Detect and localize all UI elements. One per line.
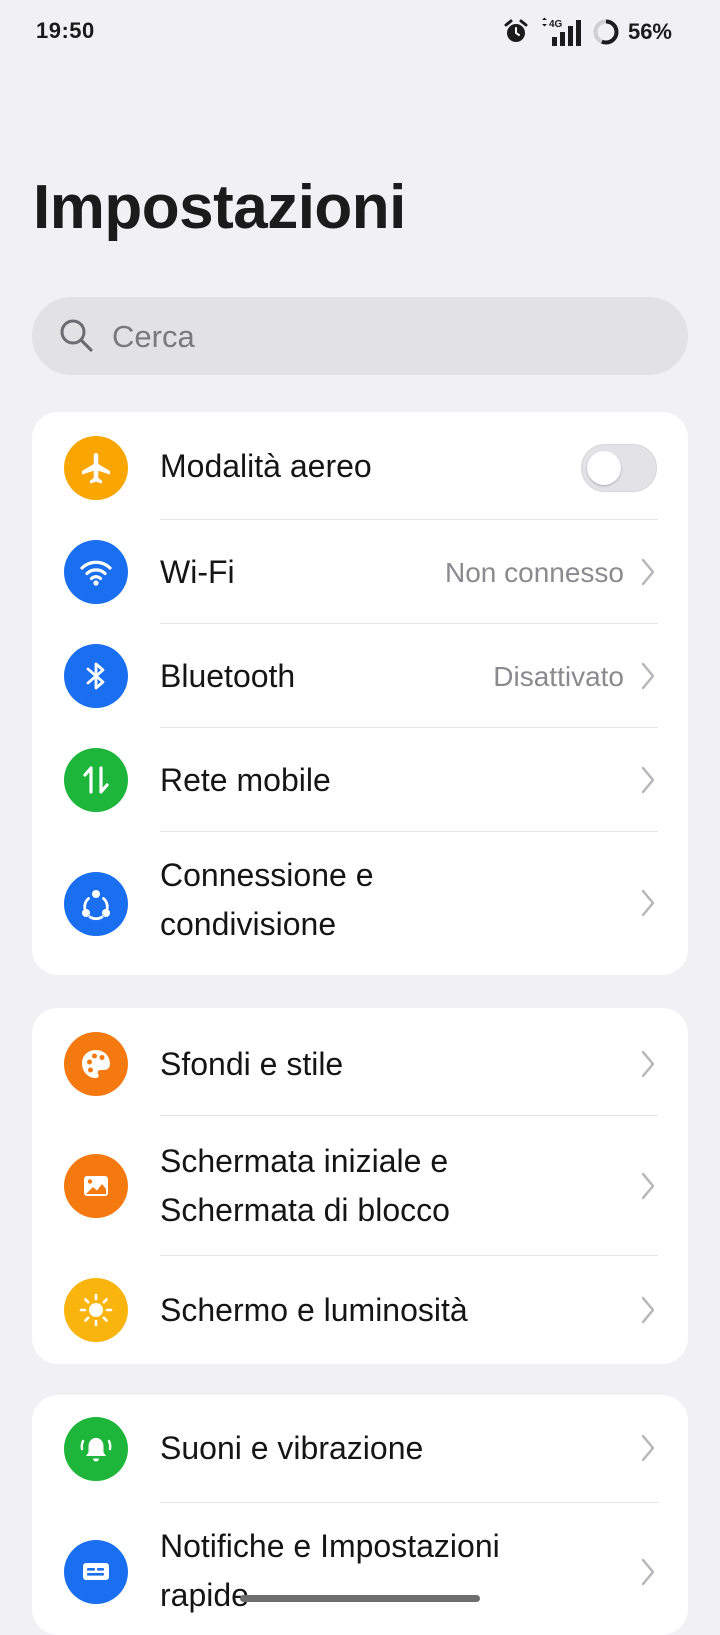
notification-icon	[64, 1540, 128, 1604]
settings-group-display: Sfondi e stile Schermata iniziale e Sche…	[32, 1008, 688, 1364]
search-placeholder: Cerca	[112, 319, 195, 354]
airplane-mode-toggle[interactable]	[581, 444, 657, 492]
status-bar: 19:50 4G 56%	[0, 0, 720, 64]
chevron-right-icon	[641, 662, 655, 690]
setting-bluetooth[interactable]: Bluetooth Disattivato	[32, 624, 688, 728]
bluetooth-label: Bluetooth	[160, 658, 296, 694]
chevron-right-icon	[641, 1434, 655, 1462]
wifi-icon	[64, 540, 128, 604]
setting-airplane-mode[interactable]: Modalità aereo	[32, 412, 688, 520]
airplane-mode-label: Modalità aereo	[160, 448, 372, 484]
setting-home-lock-screen[interactable]: Schermata iniziale e Schermata di blocco	[32, 1116, 688, 1256]
connection-sharing-label-line2: condivisione	[160, 906, 337, 942]
status-time: 19:50	[36, 18, 95, 43]
chevron-right-icon	[641, 558, 655, 586]
notifications-quick-label-line1: Notifiche e Impostazioni	[160, 1528, 500, 1564]
sound-vibration-label: Suoni e vibrazione	[160, 1430, 424, 1466]
airplane-icon	[64, 436, 128, 500]
share-network-icon	[64, 872, 128, 936]
battery-ring-icon	[593, 19, 619, 45]
chevron-right-icon	[641, 1558, 655, 1586]
setting-display-brightness[interactable]: Schermo e luminosità	[32, 1256, 688, 1364]
home-lock-screen-label-line2: Schermata di blocco	[160, 1192, 450, 1228]
toggle-knob	[587, 451, 621, 485]
home-gesture-bar[interactable]	[240, 1595, 480, 1602]
search-bar[interactable]: Cerca	[32, 297, 688, 375]
display-brightness-label: Schermo e luminosità	[160, 1292, 468, 1328]
chevron-right-icon	[641, 1050, 655, 1078]
battery-percent: 56%	[627, 19, 672, 44]
mobile-network-label: Rete mobile	[160, 762, 331, 798]
search-icon	[60, 319, 93, 352]
chevron-right-icon	[641, 889, 655, 917]
setting-notifications-quick[interactable]: Notifiche e Impostazioni rapide	[32, 1503, 688, 1635]
notifications-quick-label-line2: rapide	[160, 1577, 249, 1613]
palette-icon	[64, 1032, 128, 1096]
mobile-data-icon	[64, 748, 128, 812]
wifi-label: Wi-Fi	[160, 554, 235, 590]
chevron-right-icon	[641, 1296, 655, 1324]
chevron-right-icon	[641, 766, 655, 794]
home-lock-screen-label-line1: Schermata iniziale e	[160, 1143, 449, 1179]
page-title: Impostazioni	[33, 173, 406, 242]
wifi-status: Non connesso	[444, 557, 624, 588]
setting-wifi[interactable]: Wi-Fi Non connesso	[32, 520, 688, 624]
bluetooth-icon	[64, 644, 128, 708]
chevron-right-icon	[641, 1172, 655, 1200]
sun-icon	[64, 1278, 128, 1342]
wallpaper-icon	[64, 1154, 128, 1218]
alarm-icon	[504, 19, 528, 42]
network-type-label: 4G	[549, 19, 563, 30]
bluetooth-status: Disattivato	[493, 661, 624, 692]
setting-mobile-network[interactable]: Rete mobile	[32, 728, 688, 832]
bell-ringing-icon	[64, 1417, 128, 1481]
wallpaper-style-label: Sfondi e stile	[160, 1046, 344, 1082]
signal-4g-icon: 4G	[541, 17, 581, 46]
connection-sharing-label-line1: Connessione e	[160, 857, 374, 893]
setting-wallpaper-style[interactable]: Sfondi e stile	[32, 1008, 688, 1116]
setting-connection-sharing[interactable]: Connessione e condivisione	[32, 832, 688, 975]
settings-group-connectivity: Modalità aereo Wi-Fi Non connesso Blueto…	[32, 412, 688, 975]
setting-sound-vibration[interactable]: Suoni e vibrazione	[32, 1395, 688, 1503]
status-icons: 4G 56%	[502, 14, 672, 50]
